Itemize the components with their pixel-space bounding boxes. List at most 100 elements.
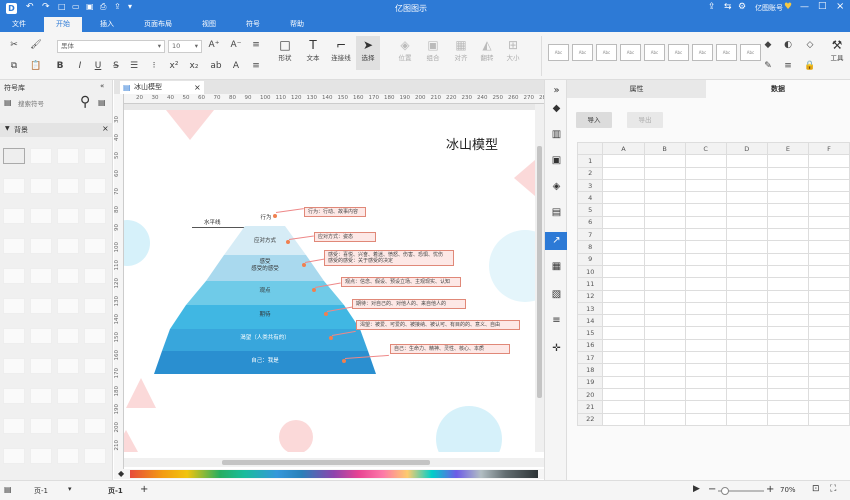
copy-icon[interactable]: ⧉ <box>8 61 20 71</box>
font-shrink-icon[interactable]: A⁻ <box>230 40 242 50</box>
note-yearnings[interactable]: 渴望：被爱、可爱的、被接纳、被认可、有目的的、意义、自由 <box>356 320 520 330</box>
grid-column-header[interactable]: C <box>684 141 727 156</box>
library-search[interactable]: ▤ ⚲ ▤ <box>4 94 108 111</box>
background-thumbnail[interactable] <box>3 298 25 314</box>
grid-cell[interactable] <box>643 264 686 279</box>
search-menu-icon[interactable]: ▤ <box>98 98 106 107</box>
lock-icon[interactable]: 🔒 <box>804 61 816 71</box>
vertical-scroll-thumb[interactable] <box>537 146 542 398</box>
grid-row-header[interactable]: 8 <box>576 240 604 254</box>
grid-cell[interactable] <box>807 252 850 266</box>
grid-cell[interactable] <box>643 301 686 316</box>
format-icon[interactable]: ≡ <box>545 312 568 330</box>
background-thumbnail[interactable] <box>84 388 106 404</box>
page-selector-dropdown-icon[interactable]: ▾ <box>68 485 72 493</box>
background-thumbnail[interactable] <box>57 358 79 374</box>
grid-column-header[interactable]: D <box>725 141 768 156</box>
background-thumbnail[interactable] <box>3 358 25 374</box>
grid-cell[interactable] <box>766 215 809 230</box>
grid-row-header[interactable]: 6 <box>576 215 604 230</box>
grid-cell[interactable] <box>643 215 686 230</box>
grid-cell[interactable] <box>807 400 850 414</box>
size-tool[interactable]: ⊞ 大小 <box>502 38 524 62</box>
background-thumbnail[interactable] <box>3 448 25 464</box>
background-thumbnail[interactable] <box>57 418 79 434</box>
style-sample-1[interactable]: Abc <box>548 44 569 61</box>
grid-row-header[interactable]: 21 <box>576 400 604 414</box>
grid-row-header[interactable]: 3 <box>576 178 604 193</box>
grid-cell[interactable] <box>684 400 727 414</box>
grid-cell[interactable] <box>807 338 850 353</box>
format-painter-icon[interactable]: 🖌 <box>30 40 42 50</box>
grid-cell[interactable] <box>725 203 768 217</box>
minimize-icon[interactable]: — <box>800 2 809 12</box>
grid-cell[interactable] <box>807 240 850 254</box>
grid-cell[interactable] <box>766 400 809 414</box>
grid-cell[interactable] <box>684 289 727 303</box>
grid-cell[interactable] <box>684 252 727 266</box>
grid-cell[interactable] <box>766 351 809 365</box>
grid-cell[interactable] <box>766 240 809 254</box>
grid-cell[interactable] <box>807 154 850 168</box>
library-search-input[interactable] <box>18 98 78 110</box>
close-section-icon[interactable]: × <box>102 124 109 133</box>
background-thumbnail[interactable] <box>3 328 25 344</box>
background-thumbnail[interactable] <box>30 148 52 164</box>
grid-cell[interactable] <box>602 191 645 205</box>
font-size-select[interactable]: 10 ▾ <box>168 40 202 53</box>
fill-bucket-icon[interactable]: ◆ <box>118 469 124 478</box>
grid-row-header[interactable]: 5 <box>576 203 604 217</box>
login-link[interactable]: 亿图账号 <box>755 3 783 13</box>
image-icon[interactable]: ▣ <box>545 152 568 170</box>
background-thumbnail[interactable] <box>84 418 106 434</box>
vertical-scrollbar[interactable] <box>535 104 544 452</box>
grid-cell[interactable] <box>807 387 850 402</box>
style-sample-5[interactable]: Abc <box>644 44 665 61</box>
line-style-icon[interactable]: ≡ <box>782 61 794 71</box>
gallery-icon[interactable]: ▧ <box>545 286 568 304</box>
italic-icon[interactable]: I <box>74 61 86 71</box>
grid-row-header[interactable]: 14 <box>576 314 604 328</box>
grid-cell[interactable] <box>643 314 686 328</box>
grid-cell[interactable] <box>684 412 727 426</box>
background-thumbnail[interactable] <box>30 328 52 344</box>
grid-cell[interactable] <box>643 178 686 193</box>
grid-cell[interactable] <box>725 314 768 328</box>
background-thumbnail[interactable] <box>57 328 79 344</box>
grid-row-header[interactable]: 10 <box>576 264 604 279</box>
note-feelings[interactable]: 感受：喜悦、兴奋、着迷、愤怒、伤害、恐惧、忧伤 感受的感受：关于感受的决定 <box>324 250 454 266</box>
menu-insert[interactable]: 插入 <box>96 17 118 32</box>
grid-cell[interactable] <box>684 277 727 291</box>
subscript-icon[interactable]: x₂ <box>188 61 200 71</box>
grid-cell[interactable] <box>766 252 809 266</box>
zoom-slider[interactable] <box>718 487 764 495</box>
grid-cell[interactable] <box>725 228 768 242</box>
grid-row-header[interactable]: 20 <box>576 387 604 402</box>
background-thumbnail[interactable] <box>84 238 106 254</box>
grid-row-header[interactable]: 22 <box>576 412 604 426</box>
grid-cell[interactable] <box>725 412 768 426</box>
tab-data[interactable]: 数据 <box>706 80 850 98</box>
grid-cell[interactable] <box>807 215 850 230</box>
grid-cell[interactable] <box>602 215 645 230</box>
grid-cell[interactable] <box>602 375 645 389</box>
note-coping[interactable]: 应对方式：姿态 <box>314 232 376 242</box>
grid-cell[interactable] <box>725 166 768 180</box>
background-thumbnail[interactable] <box>84 358 106 374</box>
page-icon[interactable]: ▤ <box>545 204 568 222</box>
grid-cell[interactable] <box>807 326 850 340</box>
grid-cell[interactable] <box>684 203 727 217</box>
grid-cell[interactable] <box>766 228 809 242</box>
grid-corner[interactable] <box>576 141 604 156</box>
grid-cell[interactable] <box>766 412 809 426</box>
grid-cell[interactable] <box>807 351 850 365</box>
fill-style-icon[interactable]: ◆ <box>545 100 568 118</box>
background-thumbnail[interactable] <box>84 328 106 344</box>
align-icon[interactable]: ≡ <box>250 40 262 50</box>
background-thumbnail[interactable] <box>57 148 79 164</box>
grid-cell[interactable] <box>602 166 645 180</box>
grid-cell[interactable] <box>766 264 809 279</box>
new-file-icon[interactable]: □ <box>58 2 66 11</box>
grid-cell[interactable] <box>725 178 768 193</box>
grid-cell[interactable] <box>807 412 850 426</box>
